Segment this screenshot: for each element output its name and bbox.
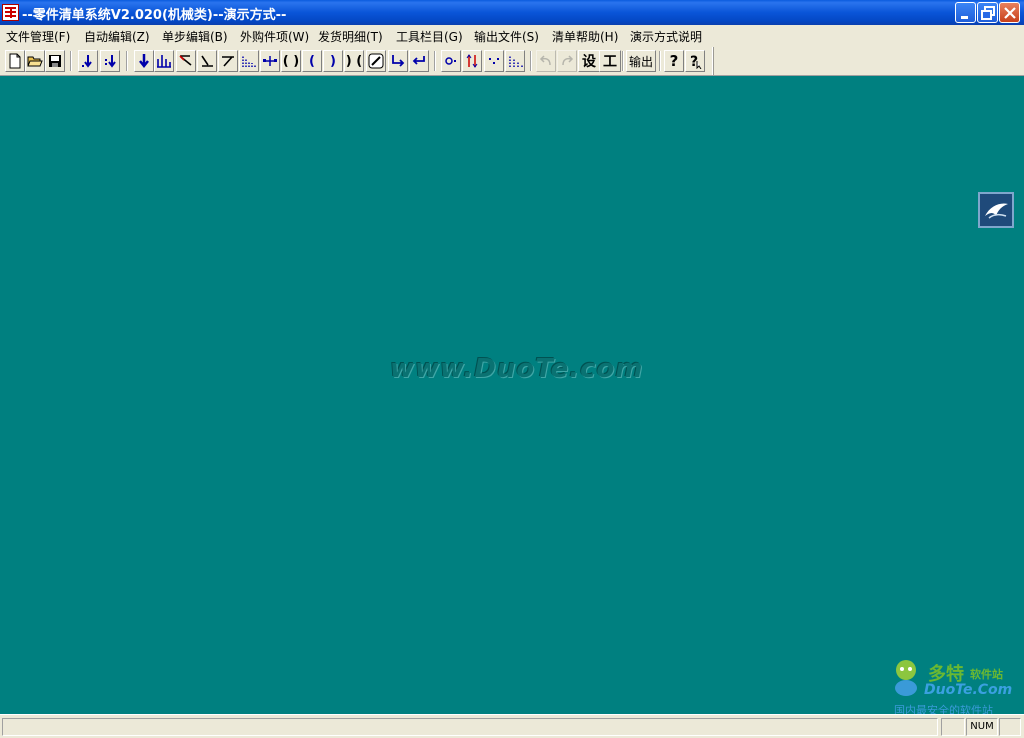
branch-right-icon	[201, 55, 213, 67]
open-file-button[interactable]	[25, 50, 45, 72]
eraser-icon	[368, 53, 384, 69]
bird-icon	[985, 203, 1008, 219]
menu-step-edit[interactable]: 单步编辑(B)	[162, 28, 228, 45]
undo-button[interactable]	[536, 50, 556, 72]
redo-icon	[562, 55, 574, 66]
status-panel-caps	[941, 718, 965, 736]
bird-logo-icon[interactable]	[978, 192, 1014, 228]
watermark-text: www.DuoTe.com	[390, 354, 644, 384]
link-nodes-button[interactable]	[260, 50, 280, 72]
dot-node-icon	[445, 57, 456, 65]
double-arrow-down-icon	[105, 55, 116, 68]
menu-demo-info[interactable]: 演示方式说明	[630, 28, 702, 45]
parentheses-icon: ( )	[282, 53, 300, 69]
close-icon	[1004, 7, 1016, 19]
toolbar-separator	[70, 51, 72, 71]
branch-left-button[interactable]	[176, 50, 196, 72]
minimize-icon	[961, 16, 968, 19]
help-button[interactable]: ?	[664, 50, 684, 72]
save-file-button[interactable]	[45, 50, 65, 72]
new-file-icon	[9, 53, 21, 69]
reverse-parentheses-icon: ) (	[345, 53, 363, 69]
arrow-right-down-icon	[392, 55, 405, 67]
title-bar[interactable]: --零件清单系统V2.020(机械类)--演示方式--	[0, 0, 1024, 25]
context-help-button[interactable]: ?	[685, 50, 705, 72]
move-left-button[interactable]	[409, 50, 429, 72]
app-icon[interactable]	[2, 4, 19, 21]
craft-button[interactable]: 工	[599, 50, 621, 72]
mascot-icon	[895, 660, 917, 696]
status-num-lock: NUM	[966, 718, 998, 736]
dot-node-button[interactable]	[441, 50, 461, 72]
toolbar-separator	[659, 51, 661, 71]
open-folder-icon	[27, 56, 43, 67]
design-button[interactable]: 设	[578, 50, 600, 72]
move-down-button[interactable]	[134, 50, 154, 72]
undo-icon	[539, 55, 551, 66]
branch-left-icon	[179, 55, 192, 66]
toolbar-separator	[622, 51, 624, 71]
restore-button[interactable]	[977, 2, 998, 23]
arrow-down-dot-icon	[82, 55, 92, 68]
arrow-left-icon	[412, 56, 425, 65]
logo-subtitle: 软件站	[970, 668, 1003, 681]
restore-icon	[981, 6, 995, 20]
dotted-level-button[interactable]	[239, 50, 259, 72]
branch-up-icon	[222, 56, 234, 67]
save-disk-icon	[49, 55, 61, 67]
menu-purchased-parts[interactable]: 外购件项(W)	[240, 28, 309, 45]
sort-button[interactable]	[462, 50, 482, 72]
status-panel-scroll	[999, 718, 1021, 736]
tree-bars-icon	[157, 55, 171, 68]
dot-grid-icon	[509, 56, 523, 67]
dot-grid-button[interactable]	[505, 50, 525, 72]
tree-structure-button[interactable]	[154, 50, 174, 72]
scatter-dots-button[interactable]	[484, 50, 504, 72]
close-button[interactable]	[999, 2, 1020, 23]
workspace-area[interactable]: www.DuoTe.com 多特 软件站 DuoTe.Com 国内最安全的软件站	[0, 76, 1024, 717]
menu-bar: 文件管理(F) 自动编辑(Z) 单步编辑(B) 外购件项(W) 发货明细(T) …	[0, 25, 1024, 46]
paren-right-button[interactable]: )	[323, 50, 343, 72]
insert-row-button[interactable]	[78, 50, 98, 72]
redo-button[interactable]	[557, 50, 577, 72]
parentheses-both-button[interactable]: ( )	[281, 50, 301, 72]
status-bar: NUM	[0, 714, 1024, 738]
menu-file-management[interactable]: 文件管理(F)	[6, 28, 70, 45]
question-mark-icon: ?	[669, 52, 679, 70]
output-button[interactable]: 输出	[626, 50, 656, 72]
arrow-down-icon	[139, 54, 149, 69]
paren-left-icon: (	[309, 53, 315, 69]
toolbar-separator	[126, 51, 128, 71]
erase-button[interactable]	[366, 50, 386, 72]
menu-output-file[interactable]: 输出文件(S)	[474, 28, 539, 45]
toolbar: ( ) ( ) ) ( 设 工 输出 ? ?	[0, 46, 1024, 76]
menu-toolbars[interactable]: 工具栏目(G)	[396, 28, 463, 45]
toolbar-separator	[434, 51, 436, 71]
reverse-parentheses-button[interactable]: ) (	[344, 50, 364, 72]
paren-right-icon: )	[330, 53, 336, 69]
branch-right-button[interactable]	[197, 50, 217, 72]
dotted-bars-icon	[242, 56, 256, 67]
link-nodes-icon	[263, 56, 277, 66]
sort-arrows-icon	[466, 54, 478, 68]
new-file-button[interactable]	[5, 50, 25, 72]
logo-english: DuoTe.Com	[924, 682, 1013, 698]
branch-up-button[interactable]	[218, 50, 238, 72]
status-message-panel	[2, 718, 938, 736]
context-help-icon: ?	[690, 54, 702, 69]
menu-list-help[interactable]: 清单帮助(H)	[552, 28, 618, 45]
menu-auto-edit[interactable]: 自动编辑(Z)	[84, 28, 150, 45]
menu-shipping-detail[interactable]: 发货明细(T)	[318, 28, 383, 45]
window-title: --零件清单系统V2.020(机械类)--演示方式--	[22, 8, 287, 23]
scatter-dots-icon	[489, 58, 499, 64]
minimize-button[interactable]	[955, 2, 976, 23]
move-right-down-button[interactable]	[388, 50, 408, 72]
insert-row-below-button[interactable]	[100, 50, 120, 72]
paren-left-button[interactable]: (	[302, 50, 322, 72]
duote-logo: 多特 软件站 DuoTe.Com 国内最安全的软件站	[888, 658, 1024, 718]
toolbar-separator	[530, 51, 532, 71]
